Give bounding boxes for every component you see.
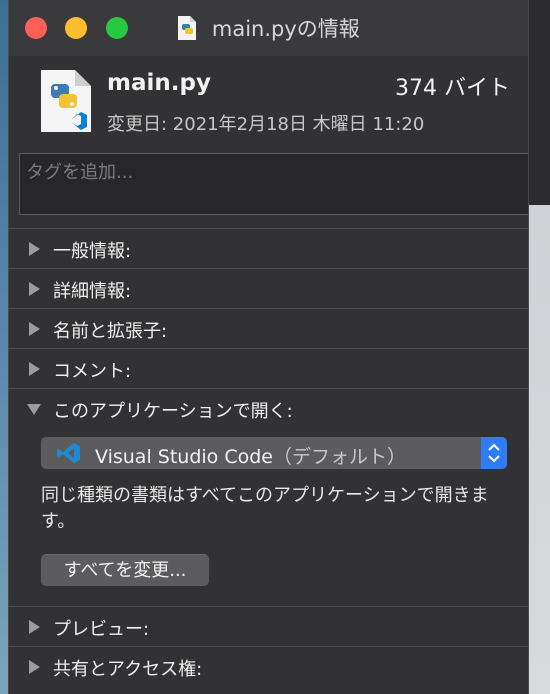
section-name-extension[interactable]: 名前と拡張子: bbox=[9, 308, 528, 348]
section-label-more-info: 詳細情報: bbox=[53, 281, 132, 302]
tags-input[interactable]: タグを追加... bbox=[19, 153, 528, 215]
section-label-open-with: このアプリケーションで開く: bbox=[53, 401, 293, 422]
python-file-icon bbox=[178, 16, 197, 40]
file-name: main.py bbox=[107, 70, 211, 96]
app-name: Visual Studio Code bbox=[95, 446, 273, 468]
section-general[interactable]: 一般情報: bbox=[9, 228, 528, 268]
section-sharing[interactable]: 共有とアクセス権: bbox=[9, 646, 528, 686]
app-default-label: （デフォルト） bbox=[272, 446, 406, 468]
disclosure-down-icon[interactable] bbox=[27, 404, 41, 415]
section-label-name-extension: 名前と拡張子: bbox=[53, 321, 168, 342]
title-bar[interactable]: main.pyの情報 bbox=[9, 0, 528, 56]
disclosure-right-icon[interactable] bbox=[29, 660, 40, 674]
disclosure-right-icon[interactable] bbox=[29, 362, 40, 376]
app-name-wrap: Visual Studio Code（デフォルト） bbox=[95, 442, 406, 469]
disclosure-right-icon[interactable] bbox=[29, 322, 40, 336]
background-window bbox=[528, 0, 550, 694]
change-all-button[interactable]: すべてを変更... bbox=[41, 554, 209, 586]
open-with-app-select[interactable]: Visual Studio Code（デフォルト） bbox=[41, 437, 507, 469]
vscode-icon bbox=[57, 443, 80, 463]
up-down-chevrons-icon bbox=[488, 443, 500, 463]
window-title: main.pyの情報 bbox=[211, 17, 360, 41]
disclosure-right-icon[interactable] bbox=[29, 282, 40, 296]
select-stepper[interactable] bbox=[481, 437, 507, 469]
modified-date: 変更日: 2021年2月18日 木曜日 11:20 bbox=[107, 114, 425, 135]
disclosure-right-icon[interactable] bbox=[29, 620, 40, 634]
section-comments[interactable]: コメント: bbox=[9, 348, 528, 388]
section-more-info[interactable]: 詳細情報: bbox=[9, 268, 528, 308]
file-header: main.py 374 バイト 変更日: 2021年2月18日 木曜日 11:2… bbox=[9, 56, 528, 148]
disclosure-right-icon[interactable] bbox=[29, 242, 40, 256]
file-size: 374 バイト bbox=[395, 76, 510, 101]
open-with-description: 同じ種類の書類はすべてこのアプリケーションで開きます。 bbox=[41, 485, 489, 532]
section-preview[interactable]: プレビュー: bbox=[9, 606, 528, 646]
section-label-comments: コメント: bbox=[53, 361, 132, 382]
section-label-general: 一般情報: bbox=[53, 241, 132, 262]
python-file-vscode-icon bbox=[41, 70, 91, 132]
window-title-wrap: main.pyの情報 bbox=[9, 13, 528, 43]
section-label-sharing: 共有とアクセス権: bbox=[53, 659, 203, 680]
section-label-preview: プレビュー: bbox=[53, 619, 150, 640]
get-info-window: main.pyの情報 main.py 374 バイト 変更日: 2021年2月1… bbox=[8, 0, 529, 694]
section-open-with[interactable]: このアプリケーションで開く: bbox=[9, 388, 528, 428]
